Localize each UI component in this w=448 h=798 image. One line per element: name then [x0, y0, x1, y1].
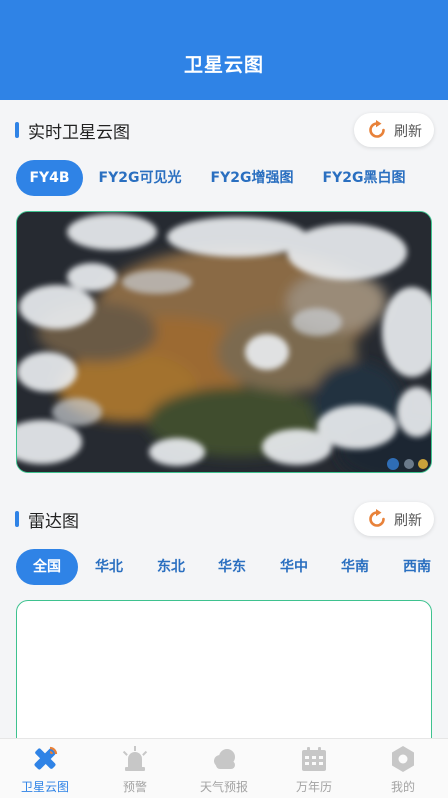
radar-refresh-button[interactable]: 刷新 — [354, 502, 434, 536]
satellite-cloud-image — [17, 212, 431, 472]
app-bar: 卫星云图 — [0, 0, 448, 100]
satellite-section-title: 实时卫星云图 — [28, 123, 130, 143]
satellite-icon — [34, 746, 58, 770]
bottom-nav: 卫星云图 预警 天气预报 万年历 我的 — [0, 738, 448, 798]
tab-fy2g-visible[interactable]: FY2G可见光 — [90, 160, 190, 196]
nav-profile[interactable]: 我的 — [358, 739, 448, 798]
radar-tabs: 全国 华北 东北 华东 华中 华南 西南 — [0, 549, 448, 585]
refresh-icon — [369, 120, 385, 138]
refresh-icon — [369, 509, 385, 527]
nav-satellite[interactable]: 卫星云图 — [0, 739, 90, 798]
nav-warning[interactable]: 预警 — [90, 739, 180, 798]
satellite-refresh-button[interactable]: 刷新 — [354, 113, 434, 147]
page-title: 卫星云图 — [183, 54, 264, 76]
satellite-section-header: 实时卫星云图 刷新 — [0, 113, 448, 147]
cloud-icon — [214, 749, 235, 769]
refresh-label: 刷新 — [394, 124, 422, 140]
tab-east-china[interactable]: 华东 — [209, 549, 255, 585]
nav-label: 卫星云图 — [20, 780, 69, 794]
nav-forecast[interactable]: 天气预报 — [179, 739, 269, 798]
tab-south-china[interactable]: 华南 — [332, 549, 378, 585]
tab-fy2g-enhanced[interactable]: FY2G增强图 — [204, 160, 300, 196]
radar-section-title: 雷达图 — [28, 512, 79, 532]
nav-label: 预警 — [122, 780, 147, 794]
radar-image[interactable] — [16, 600, 432, 760]
satellite-tabs: FY4B FY2G可见光 FY2G增强图 FY2G黑白图 — [0, 160, 448, 196]
nav-label: 我的 — [390, 780, 415, 794]
tab-central-china[interactable]: 华中 — [271, 549, 317, 585]
nav-label: 万年历 — [295, 780, 332, 794]
tab-north-china[interactable]: 华北 — [86, 549, 132, 585]
nav-label: 天气预报 — [199, 780, 248, 794]
section-accent-bar — [15, 122, 19, 138]
profile-hexagon-icon — [392, 746, 414, 772]
calendar-icon — [302, 747, 326, 771]
tab-northeast[interactable]: 东北 — [148, 549, 194, 585]
tab-nationwide[interactable]: 全国 — [16, 549, 78, 585]
radar-section-header: 雷达图 刷新 — [0, 502, 448, 536]
tab-fy4b[interactable]: FY4B — [16, 160, 83, 196]
nav-calendar[interactable]: 万年历 — [269, 739, 359, 798]
tab-southwest[interactable]: 西南 — [394, 549, 440, 585]
satellite-image[interactable] — [16, 211, 432, 473]
alarm-siren-icon — [122, 746, 148, 771]
refresh-label: 刷新 — [394, 513, 422, 529]
tab-fy2g-bw[interactable]: FY2G黑白图 — [316, 160, 412, 196]
section-accent-bar — [15, 511, 19, 527]
